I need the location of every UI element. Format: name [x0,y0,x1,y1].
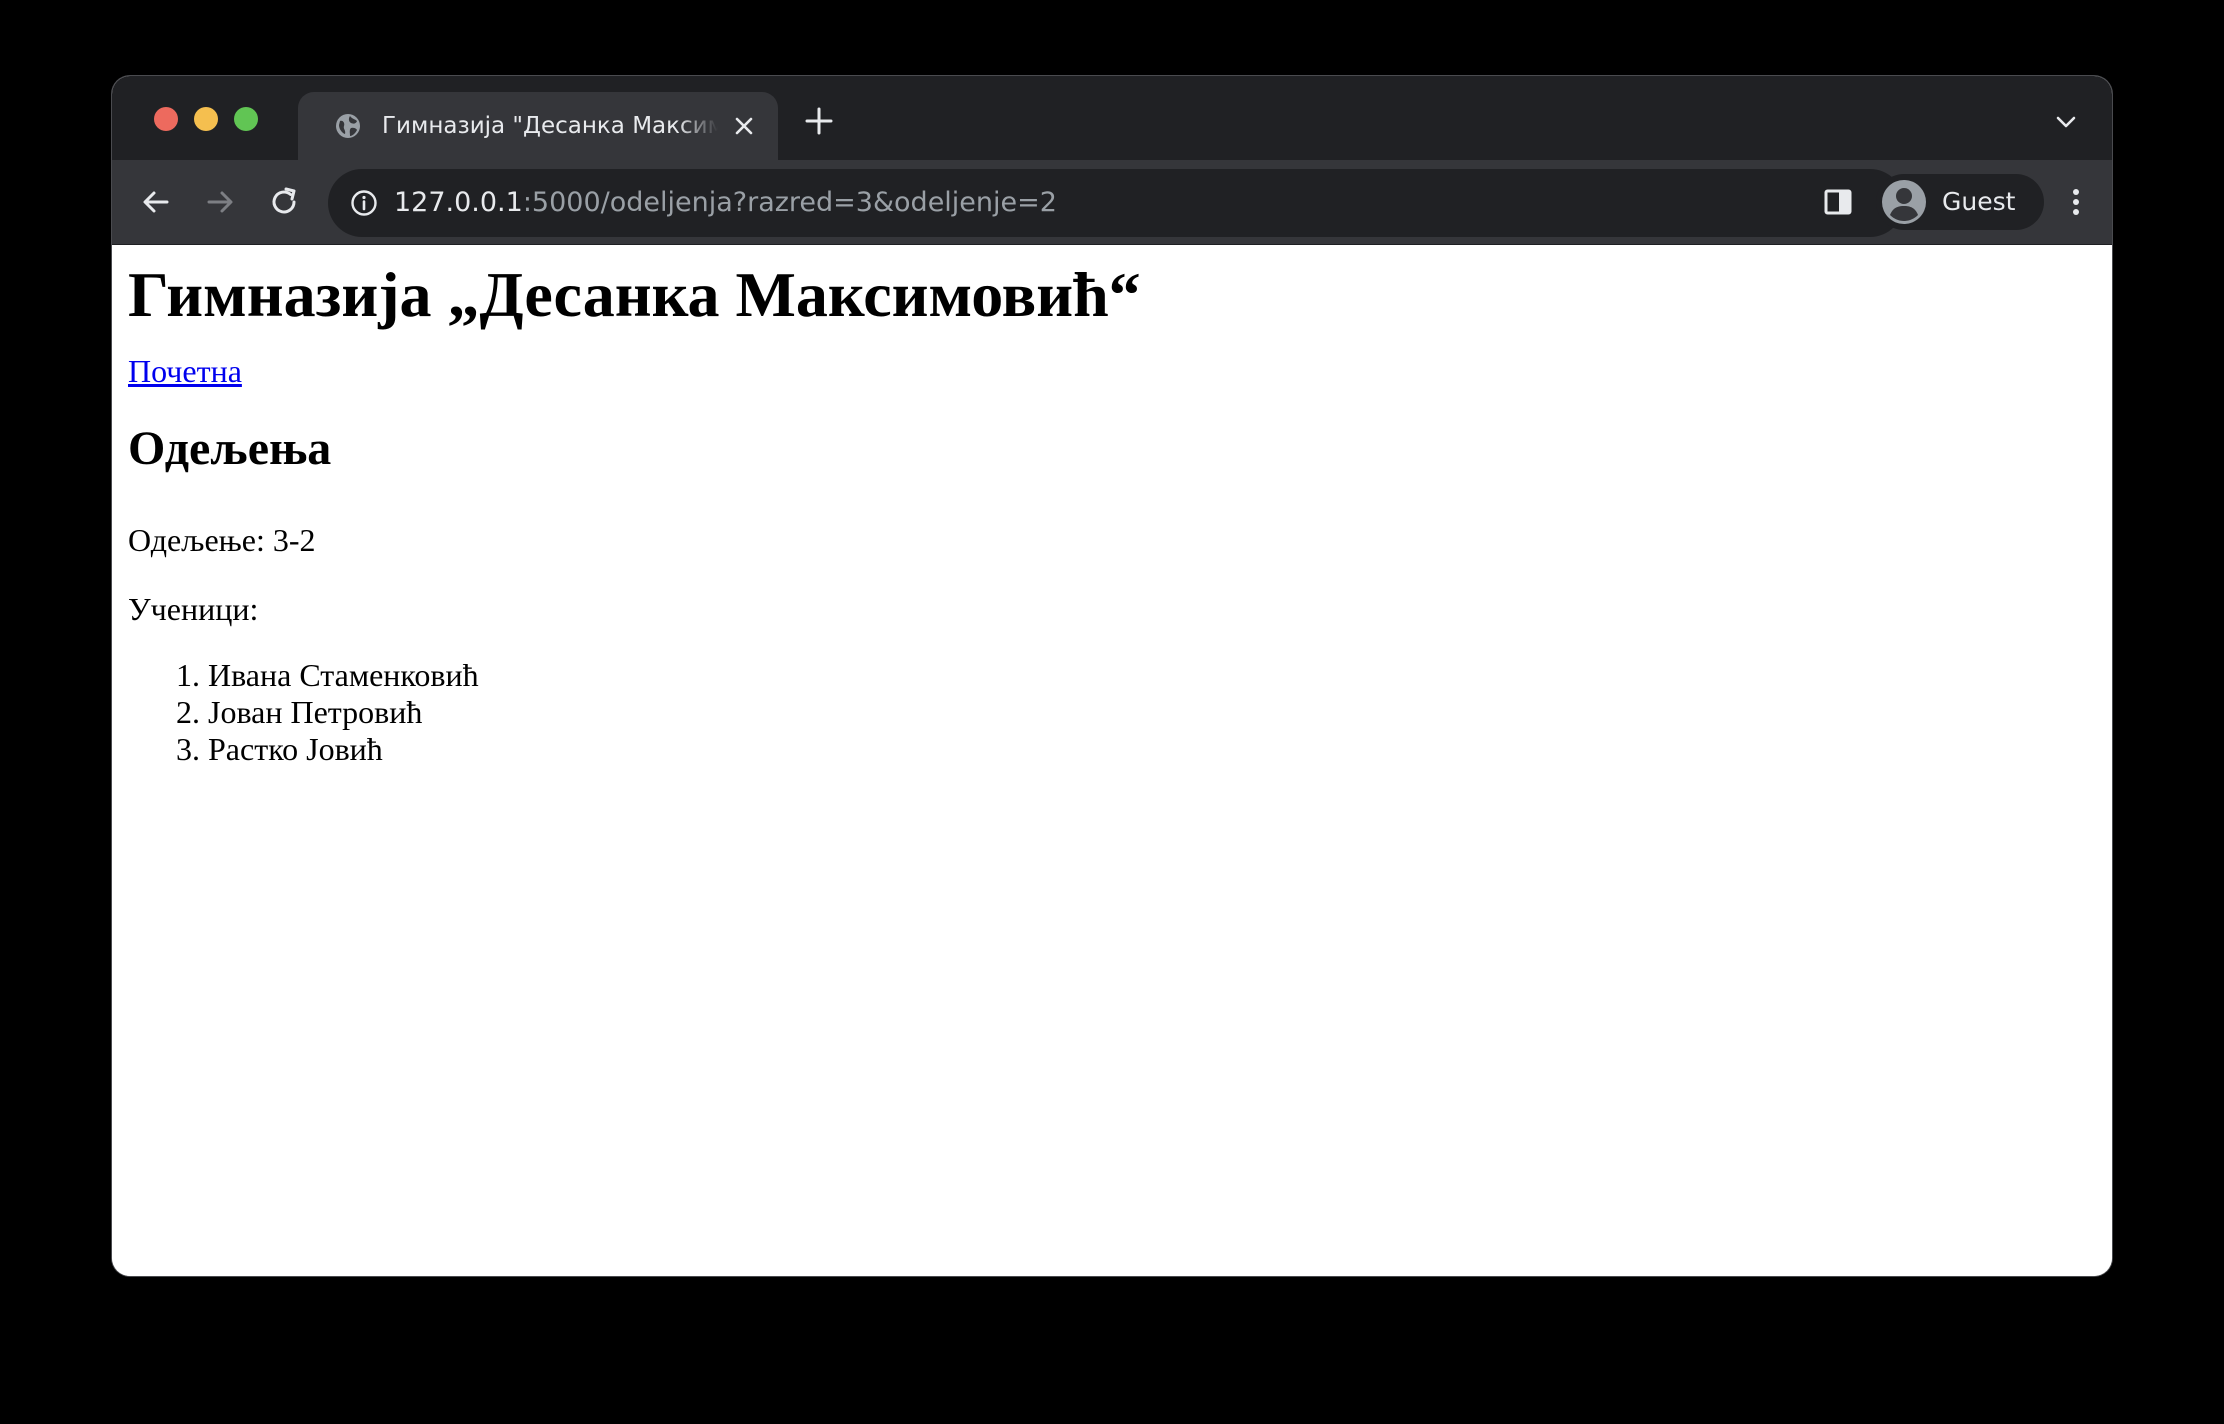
forward-arrow-icon[interactable] [202,184,238,220]
url-path: :5000/odeljenja?razred=3&odeljenje=2 [522,187,1057,218]
tab-strip: Гимназија "Десанка Максимовић" [112,76,2112,160]
more-vertical-icon[interactable] [2064,184,2088,220]
window-close-button[interactable] [154,107,178,131]
student-list: Ивана Стаменковић Јован Петровић Растко … [128,657,479,768]
browser-window: Гимназија "Десанка Максимовић" [112,76,2112,1276]
info-icon[interactable] [350,189,378,217]
window-minimize-button[interactable] [194,107,218,131]
avatar-icon [1882,180,1926,224]
back-arrow-icon[interactable] [138,184,174,220]
close-icon[interactable] [730,112,758,140]
browser-toolbar: 127.0.0.1:5000/odeljenja?razred=3&odelje… [112,160,2112,245]
list-item: Растко Јовић [208,731,479,768]
home-link[interactable]: Почетна [128,351,242,391]
tab-title: Гимназија "Десанка Максимовић" [382,113,718,139]
students-label: Ученици: [128,591,259,627]
url-host: 127.0.0.1 [394,187,523,218]
chevron-down-icon[interactable] [2054,110,2078,134]
url-text: 127.0.0.1:5000/odeljenja?razred=3&odelje… [394,185,1057,221]
side-panel-icon[interactable] [1820,184,1856,220]
page-content: Гимназија „Десанка Максимовић“ Почетна О… [112,245,2112,1276]
profile-button[interactable]: Guest [1876,174,2044,230]
active-tab[interactable]: Гимназија "Десанка Максимовић" [298,92,778,160]
window-maximize-button[interactable] [234,107,258,131]
page-title: Гимназија „Десанка Максимовић“ [128,259,1141,330]
list-item: Ивана Стаменковић [208,657,479,694]
section-title: Одељења [128,422,332,475]
address-bar[interactable]: 127.0.0.1:5000/odeljenja?razred=3&odelje… [328,169,1904,237]
reload-icon[interactable] [266,184,302,220]
profile-name: Guest [1942,187,2016,216]
list-item: Јован Петровић [208,694,479,731]
class-label: Одељење: 3-2 [128,522,316,558]
globe-icon [336,114,360,138]
plus-icon[interactable] [804,106,834,136]
